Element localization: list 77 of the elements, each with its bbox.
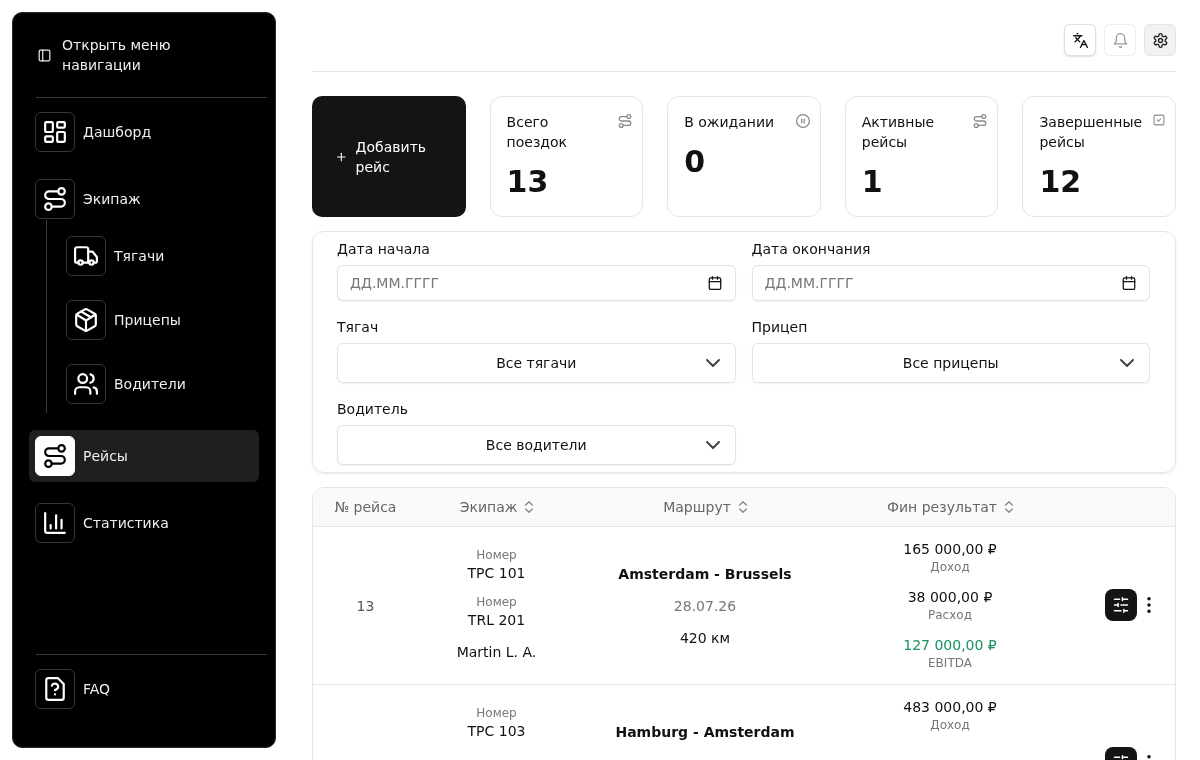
nav-item[interactable]: Прицепы	[60, 294, 259, 346]
pause-icon	[795, 114, 810, 128]
amount: 483 000,00 ₽	[903, 698, 997, 717]
bell-icon	[1112, 32, 1128, 48]
column-header: № рейса	[334, 498, 397, 517]
nav-item[interactable]: FAQ	[29, 663, 259, 715]
chevron-down-icon	[705, 441, 720, 449]
nav-item[interactable]: Экипаж	[29, 173, 259, 225]
box-icon	[66, 300, 106, 340]
stat-label: Завершенные рейсы	[1039, 113, 1144, 152]
users-icon	[66, 364, 106, 404]
amount: 38 000,00 ₽	[907, 588, 993, 607]
stat-value: 13	[506, 164, 549, 200]
route-icon	[973, 114, 988, 128]
route-icon	[618, 114, 633, 128]
field-label: Дата начала	[337, 240, 431, 259]
chevron-down-icon	[1120, 359, 1134, 367]
route-name: Hamburg - Amsterdam	[615, 723, 795, 742]
kebab-icon	[1147, 597, 1151, 613]
driver-name: Martin L. A.	[456, 643, 537, 662]
bar-chart-icon	[35, 503, 75, 543]
file-question-icon	[35, 669, 75, 709]
stat-label: Всего поездок	[506, 113, 569, 152]
stat-value: 0	[684, 144, 706, 180]
field-caption: Номер	[476, 594, 517, 610]
field-caption: Номер	[476, 705, 517, 721]
date-field[interactable]: ДД.ММ.ГГГГ	[337, 265, 736, 301]
nav-item[interactable]: Дашборд	[29, 106, 259, 158]
field-label: Водитель	[337, 400, 409, 419]
field-label: Прицеп	[751, 318, 809, 337]
field-label: Тягач	[337, 318, 380, 337]
chevron-down-icon	[705, 359, 720, 367]
language-button[interactable]	[1064, 24, 1096, 56]
more-button[interactable]	[1147, 597, 1151, 613]
stat-value: 12	[1039, 164, 1082, 200]
amount-caption: Доход	[930, 559, 970, 575]
sidebar-toggle[interactable]: Открыть меню навигации	[29, 35, 192, 75]
settings-button[interactable]	[1144, 24, 1176, 56]
stat-label: Активные рейсы	[861, 113, 936, 152]
add-trip-button[interactable]: Добавить рейс	[312, 96, 466, 217]
plus-icon	[337, 151, 346, 162]
sliders-icon	[1113, 597, 1129, 613]
amount-caption: EBITDA	[928, 655, 972, 671]
trip-distance: 420 км	[679, 629, 731, 648]
settings-icon	[1152, 32, 1168, 48]
amount-caption: Доход	[930, 717, 970, 733]
route-icon	[35, 436, 75, 476]
nav-item[interactable]: Тягачи	[60, 230, 259, 282]
select-field[interactable]: Все тягачи	[337, 343, 736, 383]
nav-item[interactable]: Рейсы	[29, 430, 259, 482]
select-field[interactable]: Все водители	[337, 425, 736, 465]
amount: 165 000,00 ₽	[903, 540, 997, 559]
trip-date: 28.07.26	[673, 597, 737, 616]
trip-number: 13	[356, 598, 375, 614]
field-label: Дата окончания	[751, 240, 872, 259]
vehicle-number: TRL 201	[467, 611, 526, 630]
panel-icon	[38, 48, 51, 62]
nav-item[interactable]: Водители	[60, 358, 259, 410]
layout-grid-icon	[35, 112, 75, 152]
column-header[interactable]: Фин результат	[886, 497, 1014, 517]
route-name: Amsterdam - Brussels	[618, 565, 792, 584]
select-field[interactable]: Все прицепы	[751, 343, 1150, 383]
stat-label: В ожидании	[684, 113, 776, 132]
stat-value: 1	[861, 164, 883, 200]
column-header[interactable]: Экипаж	[459, 497, 534, 517]
amount-caption: Расход	[928, 607, 972, 623]
translate-icon	[1072, 32, 1088, 48]
amount: 127 000,00 ₽	[903, 636, 997, 655]
nav-item[interactable]: Статистика	[29, 497, 259, 549]
truck-icon	[66, 236, 106, 276]
date-field[interactable]: ДД.ММ.ГГГГ	[751, 265, 1150, 301]
vehicle-number: TPC 101	[467, 564, 526, 583]
vehicle-number: TPC 103	[467, 722, 526, 741]
adjust-button[interactable]	[1105, 589, 1137, 621]
column-header[interactable]: Маршрут	[663, 497, 747, 517]
check-square-icon	[1153, 114, 1165, 126]
field-caption: Номер	[476, 547, 517, 563]
